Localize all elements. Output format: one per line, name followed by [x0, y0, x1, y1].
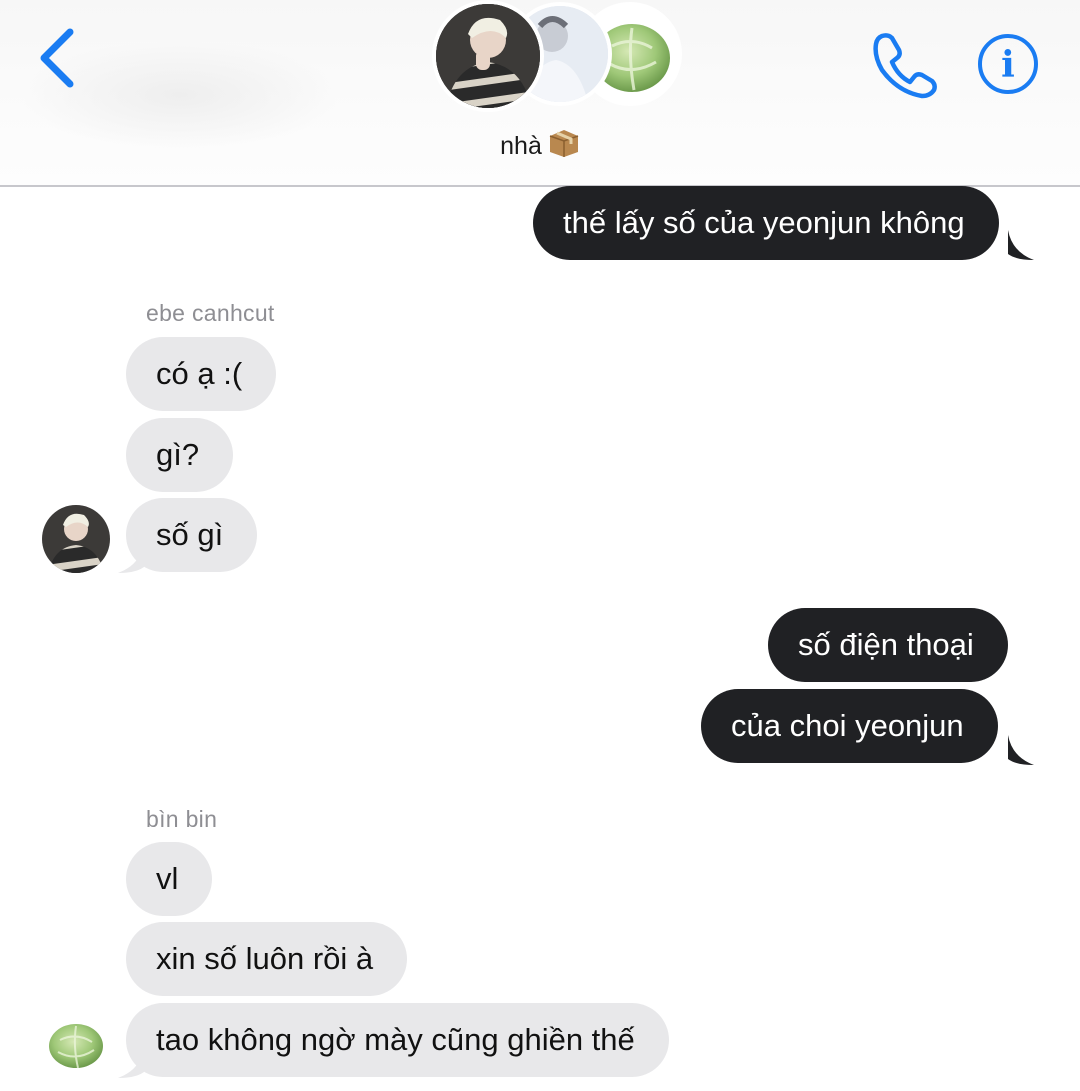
chevron-left-icon	[40, 28, 74, 88]
info-button[interactable]: i	[976, 32, 1040, 96]
message-text: vl	[156, 861, 179, 896]
message-outgoing[interactable]: số điện thoại	[768, 608, 1008, 682]
message-outgoing[interactable]: của choi yeonjun	[701, 689, 998, 763]
message-text: xin số luôn rồi à	[156, 941, 374, 976]
group-name-text: nhà	[500, 132, 542, 160]
bubble-tail	[118, 543, 144, 573]
message-incoming[interactable]: gì?	[126, 418, 234, 492]
message-text: số điện thoại	[798, 627, 974, 662]
message-outgoing[interactable]: thế lấy số của yeonjun không	[533, 186, 999, 260]
member-avatar-striped	[432, 0, 544, 112]
message-text: tao không ngờ mày cũng ghiền thế	[156, 1022, 635, 1057]
sender-name: ebe canhcut	[146, 300, 275, 326]
message-text: của choi yeonjun	[731, 708, 964, 743]
sender-avatar[interactable]	[42, 505, 110, 573]
sender-avatar[interactable]	[42, 1010, 110, 1078]
message-incoming[interactable]: xin số luôn rồi à	[126, 922, 408, 996]
bubble-tail	[1008, 230, 1034, 260]
bubble-tail	[1008, 735, 1034, 765]
message-text: thế lấy số của yeonjun không	[563, 205, 965, 240]
message-incoming[interactable]: có ạ :(	[126, 337, 277, 411]
package-icon	[548, 128, 580, 165]
call-button[interactable]	[868, 28, 940, 100]
message-incoming[interactable]: số gì	[126, 498, 258, 572]
info-icon: i	[978, 34, 1038, 94]
chat-header: nhà i	[0, 0, 1080, 187]
group-name[interactable]: nhà	[0, 128, 1080, 165]
bubble-tail	[118, 1048, 144, 1078]
group-avatar-stack[interactable]	[428, 0, 682, 112]
message-text: có ạ :(	[156, 356, 243, 391]
message-incoming[interactable]: tao không ngờ mày cũng ghiền thế	[126, 1003, 669, 1077]
phone-icon	[873, 33, 937, 99]
message-incoming[interactable]: vl	[126, 842, 213, 916]
svg-text:i: i	[1001, 44, 1015, 86]
sender-name: bìn bin	[146, 806, 218, 832]
back-button[interactable]	[30, 22, 90, 92]
message-text: số gì	[156, 517, 224, 552]
message-text: gì?	[156, 437, 200, 472]
